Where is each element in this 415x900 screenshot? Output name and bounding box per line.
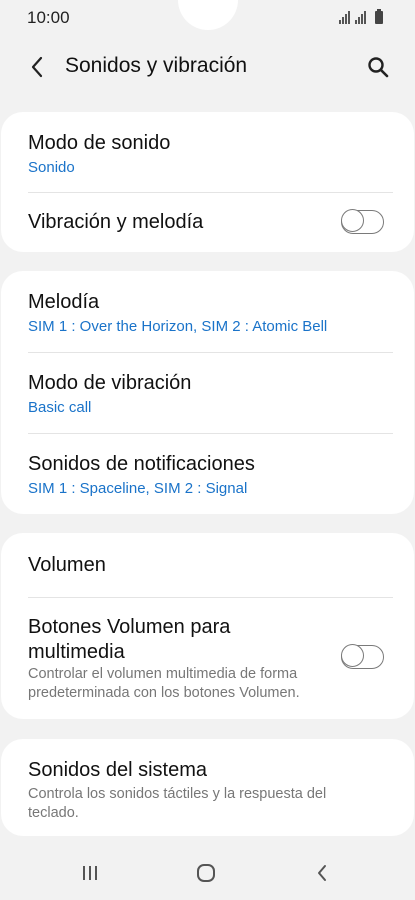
chevron-left-icon bbox=[31, 56, 43, 78]
vibration-ringtone-title: Vibración y melodía bbox=[28, 211, 204, 233]
volume-keys-media-title-line2: multimedia bbox=[28, 641, 125, 663]
home-icon bbox=[197, 864, 215, 882]
card-sound-mode: Modo de sonido Sonido Vibración y melodí… bbox=[1, 112, 414, 252]
notification-sounds-value: SIM 1 : Spaceline, SIM 2 : Signal bbox=[28, 480, 248, 497]
recent-apps-icon bbox=[83, 866, 97, 880]
volume-keys-media-desc-line1: Controlar el volumen multimedia de forma bbox=[28, 666, 298, 682]
navigation-bar bbox=[0, 845, 415, 900]
vibration-ringtone-item[interactable]: Vibración y melodía bbox=[1, 193, 414, 252]
card-ringtones: Melodía SIM 1 : Over the Horizon, SIM 2 … bbox=[1, 271, 414, 514]
vibration-pattern-title: Modo de vibración bbox=[28, 372, 192, 394]
status-icons bbox=[339, 9, 389, 25]
volume-item[interactable]: Volumen bbox=[1, 533, 414, 597]
notification-sounds-title: Sonidos de notificaciones bbox=[28, 453, 255, 475]
volume-keys-media-item[interactable]: Botones Volumen para multimedia Controla… bbox=[1, 598, 414, 719]
ringtone-item[interactable]: Melodía SIM 1 : Over the Horizon, SIM 2 … bbox=[1, 271, 414, 352]
ringtone-title: Melodía bbox=[28, 291, 100, 313]
status-bar: 10:00 bbox=[0, 0, 415, 36]
ringtone-value: SIM 1 : Over the Horizon, SIM 2 : Atomic… bbox=[28, 318, 328, 335]
back-button[interactable] bbox=[22, 52, 52, 82]
sound-mode-title: Modo de sonido bbox=[28, 132, 171, 154]
signal-sim2-icon bbox=[355, 11, 366, 24]
vibration-ringtone-toggle[interactable] bbox=[341, 209, 384, 234]
system-sounds-item[interactable]: Sonidos del sistema Controla los sonidos… bbox=[1, 739, 414, 836]
sound-mode-value: Sonido bbox=[28, 159, 75, 176]
notification-sounds-item[interactable]: Sonidos de notificaciones SIM 1 : Spacel… bbox=[1, 434, 414, 514]
search-button[interactable] bbox=[363, 52, 393, 82]
back-icon bbox=[318, 865, 326, 881]
card-volume: Volumen Botones Volumen para multimedia … bbox=[1, 533, 414, 719]
sound-mode-item[interactable]: Modo de sonido Sonido bbox=[1, 112, 414, 192]
app-header: Sonidos y vibración bbox=[0, 40, 415, 96]
volume-title: Volumen bbox=[28, 554, 106, 576]
page-title: Sonidos y vibración bbox=[65, 54, 248, 77]
nav-back-button[interactable] bbox=[302, 859, 342, 887]
volume-keys-media-desc-line2: predeterminada con los botones Volumen. bbox=[28, 685, 300, 701]
vibration-pattern-value: Basic call bbox=[28, 399, 92, 416]
volume-keys-media-title-line1: Botones Volumen para bbox=[28, 616, 231, 638]
system-sounds-desc-line2: teclado. bbox=[28, 805, 79, 821]
signal-sim1-icon bbox=[339, 11, 350, 24]
volume-keys-media-toggle[interactable] bbox=[341, 644, 384, 669]
toggle-knob bbox=[341, 644, 364, 667]
system-sounds-desc-line1: Controla los sonidos táctiles y la respu… bbox=[28, 786, 327, 802]
system-sounds-title: Sonidos del sistema bbox=[28, 759, 207, 781]
camera-notch bbox=[178, 0, 238, 30]
home-button[interactable] bbox=[186, 859, 226, 887]
battery-icon bbox=[375, 9, 383, 24]
status-time: 10:00 bbox=[27, 8, 70, 27]
recent-apps-button[interactable] bbox=[70, 859, 110, 887]
toggle-knob bbox=[341, 209, 364, 232]
search-icon bbox=[368, 57, 389, 78]
card-system-sounds: Sonidos del sistema Controla los sonidos… bbox=[1, 739, 414, 836]
vibration-pattern-item[interactable]: Modo de vibración Basic call bbox=[1, 353, 414, 433]
